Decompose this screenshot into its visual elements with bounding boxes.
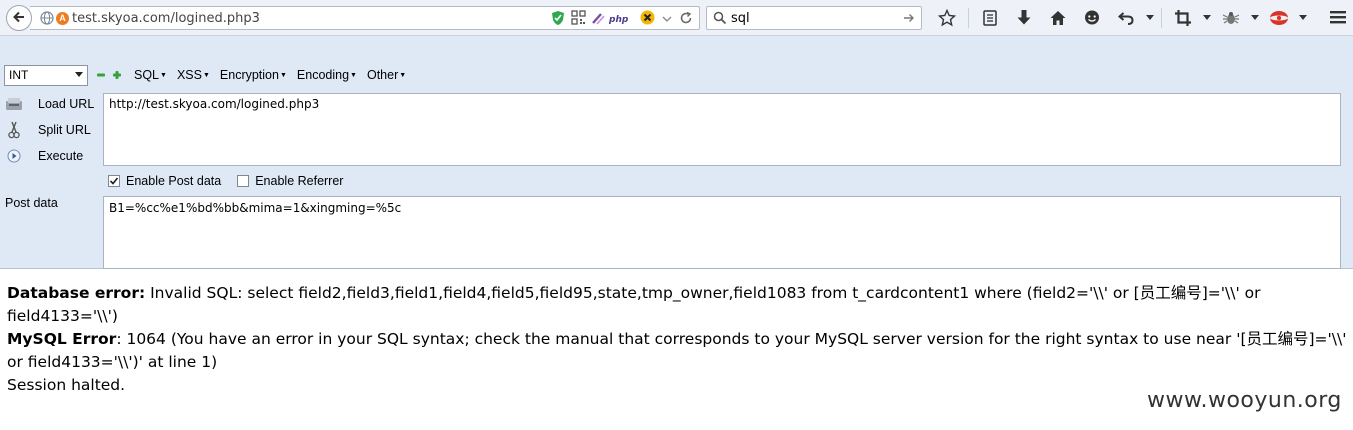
- mysql-error-line: MySQL Error: 1064 (You have an error in …: [7, 328, 1347, 374]
- enable-referrer-label[interactable]: Enable Referrer: [255, 174, 343, 188]
- undo-icon[interactable]: [1109, 6, 1143, 30]
- hackbar-panel: INT SQL▼ XSS▼ Encryption▼ Encoding▼ Othe…: [0, 36, 1353, 269]
- url-bar[interactable]: A test.skyoa.com/logined.php3 php: [30, 6, 700, 30]
- post-data-label: Post data: [5, 196, 58, 210]
- menu-other[interactable]: Other▼: [367, 68, 406, 82]
- toolbar: [930, 6, 1310, 30]
- watermark: www.wooyun.org: [1147, 388, 1342, 413]
- url-textarea[interactable]: http://test.skyoa.com/logined.php3: [103, 93, 1341, 166]
- type-select-value: INT: [9, 68, 29, 82]
- menu-xss[interactable]: XSS▼: [177, 68, 210, 82]
- site-badge-icon: A: [56, 12, 69, 25]
- menu-encryption[interactable]: Encryption▼: [220, 68, 287, 82]
- enable-post-checkbox[interactable]: [108, 175, 120, 187]
- menu-encoding[interactable]: Encoding▼: [297, 68, 357, 82]
- execute-button[interactable]: Execute: [4, 148, 83, 164]
- split-url-label: Split URL: [38, 123, 91, 137]
- search-input[interactable]: sql: [731, 11, 750, 26]
- crop-dropdown-icon[interactable]: [1200, 15, 1214, 21]
- load-url-icon: [4, 96, 24, 112]
- globe-icon: [40, 11, 54, 28]
- load-url-button[interactable]: Load URL: [4, 96, 94, 112]
- dropdown-icon[interactable]: [661, 12, 673, 27]
- svg-text:php: php: [608, 15, 629, 25]
- addon-icon[interactable]: [1262, 6, 1296, 30]
- url-bar-icons: php: [551, 9, 693, 29]
- reload-icon[interactable]: [679, 11, 693, 28]
- download-icon[interactable]: [1007, 6, 1041, 30]
- chevron-down-icon: [75, 72, 83, 77]
- x-icon[interactable]: [640, 10, 655, 28]
- star-icon[interactable]: [930, 6, 964, 30]
- caret-down-icon: ▼: [202, 72, 210, 80]
- shield-icon[interactable]: [551, 10, 565, 29]
- undo-dropdown-icon[interactable]: [1143, 15, 1157, 21]
- search-icon: [713, 11, 727, 28]
- caret-down-icon: ▼: [399, 72, 407, 80]
- post-options: Enable Post data Enable Referrer: [108, 174, 343, 188]
- page-content: Database error: Invalid SQL: select fiel…: [7, 282, 1347, 397]
- qr-icon[interactable]: [571, 10, 586, 28]
- menu-sql[interactable]: SQL▼: [134, 68, 167, 82]
- db-error-line: Database error: Invalid SQL: select fiel…: [7, 282, 1347, 328]
- url-text[interactable]: test.skyoa.com/logined.php3: [72, 11, 260, 26]
- reading-list-icon[interactable]: [973, 6, 1007, 30]
- php-icon[interactable]: php: [592, 11, 634, 28]
- session-halted: Session halted.: [7, 376, 126, 394]
- post-data-textarea[interactable]: B1=%cc%e1%bd%bb&mima=1&xingming=%5c: [103, 196, 1341, 269]
- split-url-button[interactable]: Split URL: [4, 121, 91, 139]
- bug-dropdown-icon[interactable]: [1248, 15, 1262, 21]
- db-error-text: Invalid SQL: select field2,field3,field1…: [7, 284, 1261, 325]
- hackbar-menubar: SQL▼ XSS▼ Encryption▼ Encoding▼ Other▼: [96, 68, 416, 82]
- menu-icon[interactable]: [1329, 8, 1347, 29]
- caret-down-icon: ▼: [350, 72, 357, 80]
- scissors-icon: [4, 121, 24, 139]
- type-select[interactable]: INT: [4, 65, 88, 86]
- home-icon[interactable]: [1041, 6, 1075, 30]
- navigation-bar: A test.skyoa.com/logined.php3 php sql: [0, 0, 1353, 36]
- bug-icon[interactable]: [1214, 6, 1248, 30]
- plus-icon[interactable]: [112, 70, 122, 80]
- load-url-label: Load URL: [38, 97, 95, 111]
- db-error-label: Database error:: [7, 284, 146, 302]
- execute-label: Execute: [38, 149, 84, 163]
- chat-icon[interactable]: [1075, 6, 1109, 30]
- crop-icon[interactable]: [1166, 6, 1200, 30]
- mysql-error-text: : 1064 (You have an error in your SQL sy…: [7, 330, 1347, 371]
- addon-dropdown-icon[interactable]: [1296, 15, 1310, 21]
- caret-down-icon: ▼: [160, 72, 167, 80]
- search-bar[interactable]: sql: [706, 6, 922, 30]
- play-icon: [4, 148, 24, 164]
- enable-post-label[interactable]: Enable Post data: [126, 174, 221, 188]
- caret-down-icon: ▼: [279, 72, 287, 80]
- minus-icon[interactable]: [96, 70, 106, 80]
- back-button[interactable]: [6, 5, 32, 31]
- enable-referrer-checkbox[interactable]: [237, 175, 250, 187]
- search-go-icon[interactable]: [903, 12, 915, 27]
- mysql-error-label: MySQL Error: [7, 330, 117, 348]
- back-arrow-icon: [12, 10, 26, 27]
